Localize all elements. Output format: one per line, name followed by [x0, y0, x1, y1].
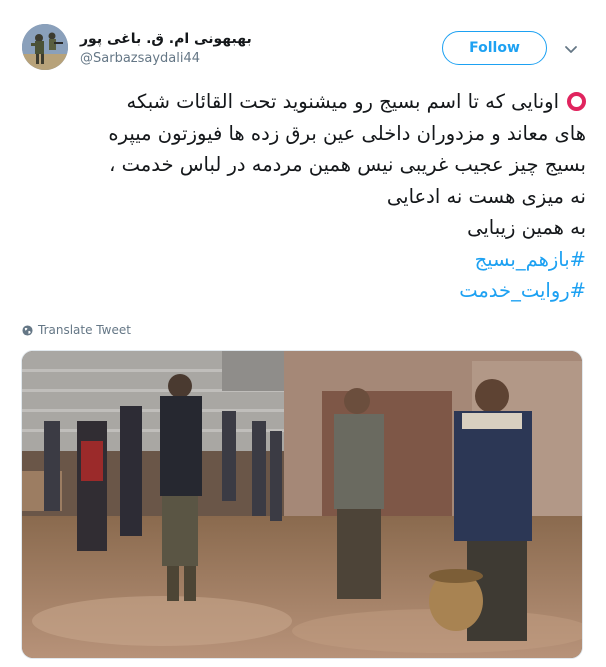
tweet-line: بسیج چیز عجیب غریبی نیس همین مردمه در لب… — [109, 153, 586, 176]
tweet-line: های معاند و مزدوران داخلی عین برق زده ها… — [108, 121, 586, 145]
tweet-text: اونایی که تا اسم بسیج رو میشنوید تحت الق… — [20, 86, 586, 307]
red-circle-emoji — [567, 92, 586, 111]
tweet-line: نه میزی هست نه ادعایی — [386, 184, 586, 208]
avatar-image — [22, 24, 68, 70]
follow-caret-icon[interactable] — [562, 40, 580, 58]
translate-tweet-link[interactable]: Translate Tweet — [22, 323, 131, 337]
hashtag-link[interactable]: #روایت_خدمت — [20, 275, 586, 307]
follow-button[interactable]: Follow — [442, 31, 547, 65]
author-display-name[interactable]: بهبهونی ام. ق. باغی پور — [80, 31, 252, 47]
globe-icon — [22, 324, 33, 336]
tweet-photo[interactable] — [21, 350, 583, 659]
avatar[interactable] — [22, 24, 68, 70]
hashtag-link[interactable]: #بازهم_بسیج — [20, 244, 586, 276]
tweet-line: به همین زیبایی — [467, 216, 586, 239]
author-handle[interactable]: @Sarbazsaydali44 — [80, 51, 200, 66]
tweet-line-text: اونایی که تا اسم بسیج رو میشنوید تحت الق… — [126, 90, 560, 113]
tweet-line: اونایی که تا اسم بسیج رو میشنوید تحت الق… — [20, 86, 586, 118]
flood-photo — [22, 351, 582, 658]
translate-label: Translate Tweet — [38, 323, 131, 337]
